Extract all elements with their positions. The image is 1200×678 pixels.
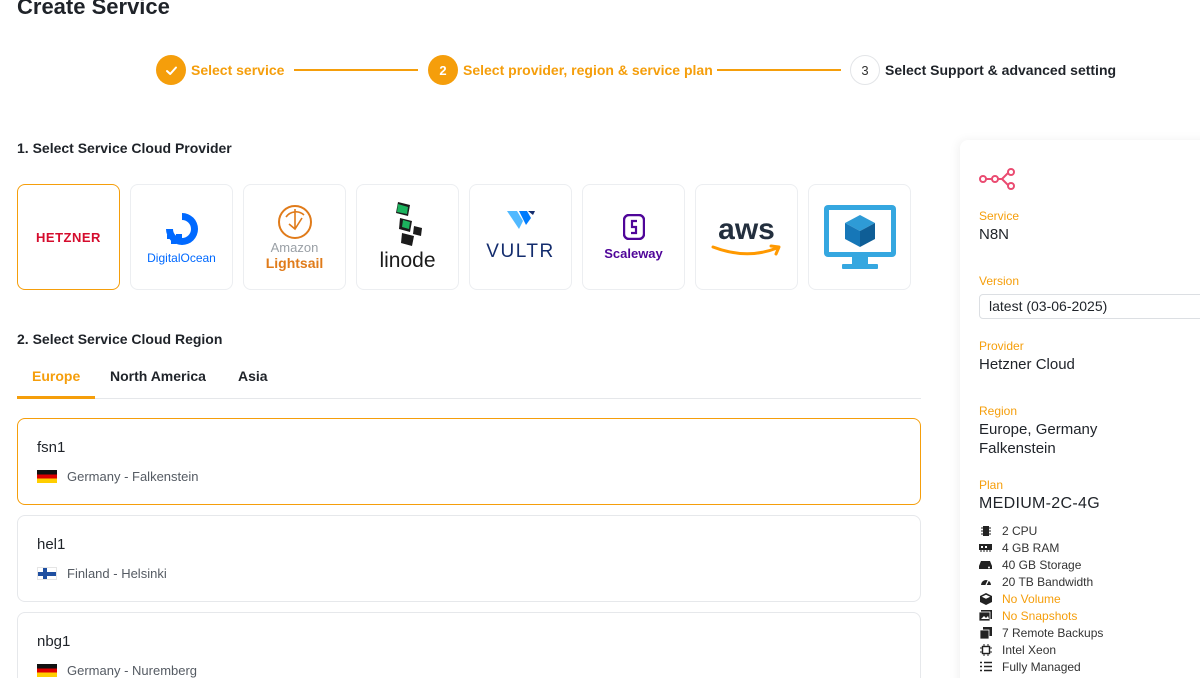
lightsail-logo-text-bottom: Lightsail (265, 255, 324, 271)
region-section-title: 2. Select Service Cloud Region (17, 331, 223, 347)
region-location: Germany - Falkenstein (37, 469, 199, 484)
snapshot-icon (979, 610, 992, 622)
spec-managed: Fully Managed (979, 658, 1103, 675)
spec-storage: 40 GB Storage (979, 556, 1103, 573)
spec-cpu: 2 CPU (979, 522, 1103, 539)
managed-list-icon (979, 661, 992, 673)
provider-value: Hetzner Cloud (979, 356, 1075, 373)
region-tabs: Europe North America Asia (17, 365, 921, 399)
provider-label: Provider (979, 339, 1024, 353)
linode-logo-icon (395, 202, 422, 246)
step-number: 3 (850, 55, 880, 85)
version-label: Version (979, 274, 1020, 288)
provider-card-hetzner[interactable]: HETZNER (17, 184, 120, 290)
scaleway-logo-text: Scaleway (604, 245, 663, 261)
step-label: Select Support & advanced setting (885, 62, 1117, 78)
tab-europe[interactable]: Europe (32, 368, 80, 384)
provider-card-generic[interactable] (808, 184, 911, 290)
linode-logo-text: linode (379, 249, 436, 272)
provider-section-title: 1. Select Service Cloud Provider (17, 140, 232, 156)
active-tab-indicator (17, 396, 95, 399)
tab-asia[interactable]: Asia (238, 368, 268, 384)
vultr-logo-icon (506, 211, 535, 229)
digitalocean-logo-text: DigitalOcean (147, 251, 216, 265)
stepper: Select service 2 Select provider, region… (156, 55, 1116, 85)
step-select-provider[interactable]: 2 Select provider, region & service plan (428, 55, 713, 85)
spec-bandwidth: 20 TB Bandwidth (979, 573, 1103, 590)
version-select[interactable]: latest (03-06-2025) (979, 294, 1200, 319)
ram-icon (979, 542, 992, 554)
cpu-icon (979, 525, 992, 537)
aws-smile-icon (711, 244, 780, 256)
region-value-line1: Europe, Germany (979, 421, 1098, 438)
plan-label: Plan (979, 478, 1004, 492)
region-code: hel1 (37, 536, 66, 553)
monitor-cube-icon (823, 205, 896, 269)
spec-backups: 7 Remote Backups (979, 624, 1103, 641)
region-value-line2: Falkenstein (979, 440, 1056, 457)
storage-icon (979, 559, 992, 571)
region-location-text: Germany - Falkenstein (67, 469, 199, 484)
page-title: Create Service (17, 0, 170, 19)
step-number: 2 (428, 55, 458, 85)
plan-value: MEDIUM-2C-4G (979, 495, 1100, 512)
provider-card-vultr[interactable]: VULTR (469, 184, 572, 290)
vultr-logo-text: VULTR (486, 241, 555, 262)
region-code: fsn1 (37, 439, 66, 456)
bandwidth-icon (979, 576, 992, 588)
check-icon (156, 55, 186, 85)
region-location: Finland - Helsinki (37, 566, 167, 581)
region-location: Germany - Nuremberg (37, 663, 197, 678)
provider-card-scaleway[interactable]: Scaleway (582, 184, 685, 290)
aws-logo-text: aws (718, 213, 775, 246)
germany-flag-icon (37, 470, 57, 483)
spec-processor: Intel Xeon (979, 641, 1103, 658)
volume-icon (979, 592, 992, 605)
region-label: Region (979, 404, 1018, 418)
spec-volume: No Volume (979, 590, 1103, 607)
step-select-service[interactable]: Select service (156, 55, 284, 85)
hetzner-logo: HETZNER (36, 229, 101, 245)
region-card-hel1[interactable]: hel1 Finland - Helsinki (17, 515, 921, 602)
step-connector (294, 69, 418, 71)
finland-flag-icon (37, 567, 57, 580)
step-support-settings[interactable]: 3 Select Support & advanced setting (850, 55, 1116, 85)
provider-card-lightsail[interactable]: Amazon Lightsail (243, 184, 346, 290)
region-card-fsn1[interactable]: fsn1 Germany - Falkenstein (17, 418, 921, 505)
service-label: Service (979, 209, 1020, 223)
service-value: N8N (979, 226, 1010, 243)
region-code: nbg1 (37, 633, 71, 650)
digitalocean-logo-icon (165, 213, 198, 245)
provider-card-aws[interactable]: aws (695, 184, 798, 290)
spec-snapshots: No Snapshots (979, 607, 1103, 624)
region-card-nbg1[interactable]: nbg1 Germany - Nuremberg (17, 612, 921, 678)
lightsail-logo-text-top: Amazon (270, 240, 319, 255)
step-connector (717, 69, 841, 71)
provider-list: HETZNER DigitalOcean Amazon Lightsail li… (17, 184, 911, 290)
provider-card-linode[interactable]: linode (356, 184, 459, 290)
step-label: Select provider, region & service plan (463, 62, 713, 78)
lightsail-logo-icon (277, 205, 312, 239)
n8n-logo-icon (979, 168, 1015, 190)
tab-north-america[interactable]: North America (110, 368, 206, 384)
step-label: Select service (191, 62, 285, 78)
region-location-text: Germany - Nuremberg (67, 663, 198, 678)
germany-flag-icon (37, 664, 57, 677)
plan-spec-list: 2 CPU 4 GB RAM 40 GB Storage 20 TB Bandw… (979, 522, 1103, 675)
processor-icon (979, 643, 992, 656)
scaleway-logo-icon (622, 213, 645, 240)
provider-card-digitalocean[interactable]: DigitalOcean (130, 184, 233, 290)
order-summary-panel: Service N8N Version latest (03-06-2025) … (960, 140, 1200, 678)
spec-ram: 4 GB RAM (979, 539, 1103, 556)
backup-icon (979, 626, 992, 639)
region-location-text: Finland - Helsinki (67, 566, 167, 581)
